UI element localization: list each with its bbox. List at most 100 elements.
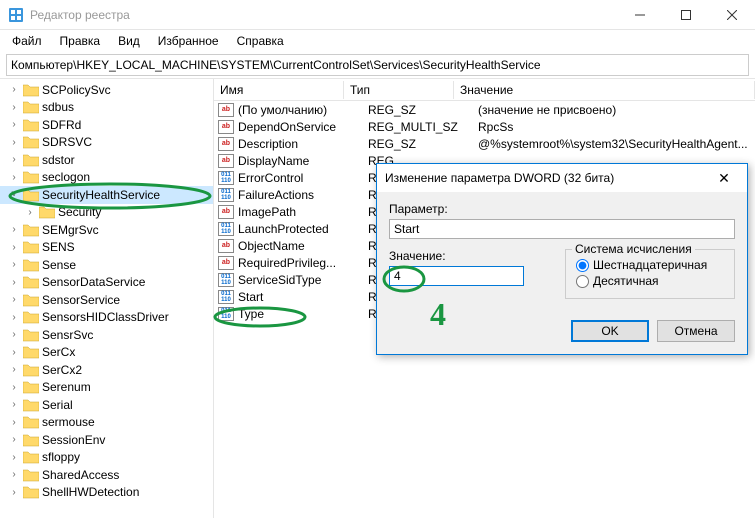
tree-item-SDRSVC[interactable]: ›SDRSVC bbox=[0, 134, 213, 152]
radio-hex-input[interactable] bbox=[576, 259, 589, 272]
tree-item-SensorService[interactable]: ›SensorService bbox=[0, 291, 213, 309]
expander-icon[interactable]: ˅ bbox=[8, 189, 20, 200]
expander-icon[interactable]: › bbox=[8, 102, 20, 113]
list-header: Имя Тип Значение bbox=[214, 79, 755, 101]
tree-item-sdstor[interactable]: ›sdstor bbox=[0, 151, 213, 169]
binary-icon: 011110 bbox=[218, 290, 234, 304]
expander-icon[interactable]: › bbox=[8, 277, 20, 288]
tree-item-SharedAccess[interactable]: ›SharedAccess bbox=[0, 466, 213, 484]
tree-item-ShellHWDetection[interactable]: ›ShellHWDetection bbox=[0, 484, 213, 502]
value-input[interactable] bbox=[389, 266, 524, 286]
folder-icon bbox=[23, 328, 39, 342]
expander-icon[interactable]: › bbox=[8, 434, 20, 445]
tree-item-Security[interactable]: ›Security bbox=[0, 204, 213, 222]
string-icon: ab bbox=[218, 154, 234, 168]
address-bar[interactable]: Компьютер\HKEY_LOCAL_MACHINE\SYSTEM\Curr… bbox=[6, 54, 749, 76]
expander-icon[interactable]: › bbox=[8, 172, 20, 183]
tree-item-SDFRd[interactable]: ›SDFRd bbox=[0, 116, 213, 134]
cell-type: REG_SZ bbox=[368, 137, 478, 151]
dialog-close-button[interactable]: ✕ bbox=[709, 170, 739, 187]
binary-icon: 011110 bbox=[218, 171, 234, 185]
tree-item-SENS[interactable]: ›SENS bbox=[0, 239, 213, 257]
expander-icon[interactable]: › bbox=[8, 259, 20, 270]
expander-icon[interactable]: › bbox=[8, 452, 20, 463]
cancel-button[interactable]: Отмена bbox=[657, 320, 735, 342]
folder-icon bbox=[23, 468, 39, 482]
menu-file[interactable]: Файл bbox=[4, 32, 50, 50]
folder-icon bbox=[23, 223, 39, 237]
value-row-(По умолчанию)[interactable]: ab(По умолчанию)REG_SZ(значение не присв… bbox=[214, 101, 755, 118]
close-button[interactable] bbox=[709, 0, 755, 30]
folder-icon bbox=[23, 293, 39, 307]
param-input[interactable] bbox=[389, 219, 735, 239]
tree-item-SensorDataService[interactable]: › SensorDataService bbox=[0, 274, 213, 292]
cell-name: Description bbox=[238, 137, 368, 151]
cell-name: Start bbox=[238, 290, 368, 304]
expander-icon[interactable]: › bbox=[8, 242, 20, 253]
expander-icon[interactable]: › bbox=[8, 382, 20, 393]
dialog-titlebar: Изменение параметра DWORD (32 бита) ✕ bbox=[377, 164, 747, 192]
expander-icon[interactable]: › bbox=[8, 329, 20, 340]
tree-item-Sense[interactable]: ›Sense bbox=[0, 256, 213, 274]
tree-label: SCPolicySvc bbox=[42, 83, 111, 97]
menu-edit[interactable]: Правка bbox=[52, 32, 109, 50]
tree-item-sfloppy[interactable]: ›sfloppy bbox=[0, 449, 213, 467]
maximize-button[interactable] bbox=[663, 0, 709, 30]
tree-item-SensrSvc[interactable]: › SensrSvc bbox=[0, 326, 213, 344]
menu-favorites[interactable]: Избранное bbox=[150, 32, 227, 50]
col-header-type[interactable]: Тип bbox=[344, 81, 454, 99]
menu-view[interactable]: Вид bbox=[110, 32, 148, 50]
expander-icon[interactable]: › bbox=[8, 294, 20, 305]
tree-item-SEMgrSvc[interactable]: ›SEMgrSvc bbox=[0, 221, 213, 239]
radio-hex[interactable]: Шестнадцатеричная bbox=[576, 258, 724, 272]
folder-icon bbox=[23, 170, 39, 184]
expander-icon[interactable]: › bbox=[8, 417, 20, 428]
tree-item-sermouse[interactable]: ›sermouse bbox=[0, 414, 213, 432]
expander-icon[interactable]: › bbox=[8, 224, 20, 235]
col-header-value[interactable]: Значение bbox=[454, 81, 755, 99]
folder-icon bbox=[23, 100, 39, 114]
tree-item-SerCx2[interactable]: ›SerCx2 bbox=[0, 361, 213, 379]
tree-item-SerCx[interactable]: ›SerCx bbox=[0, 344, 213, 362]
tree-label: SecurityHealthService bbox=[42, 188, 160, 202]
ok-button[interactable]: OK bbox=[571, 320, 649, 342]
expander-icon[interactable]: › bbox=[8, 487, 20, 498]
expander-icon[interactable]: › bbox=[8, 137, 20, 148]
tree-item-seclogon[interactable]: › seclogon bbox=[0, 169, 213, 187]
tree-item-SCPolicySvc[interactable]: › SCPolicySvc bbox=[0, 81, 213, 99]
expander-icon[interactable]: › bbox=[8, 84, 20, 95]
titlebar: Редактор реестра bbox=[0, 0, 755, 30]
app-icon bbox=[8, 7, 24, 23]
expander-icon[interactable]: › bbox=[8, 469, 20, 480]
tree-label: SensrSvc bbox=[42, 328, 93, 342]
expander-icon[interactable]: › bbox=[8, 364, 20, 375]
expander-icon[interactable]: › bbox=[24, 207, 36, 218]
cell-name: Type bbox=[238, 307, 368, 321]
folder-icon bbox=[23, 310, 39, 324]
value-row-Description[interactable]: abDescriptionREG_SZ@%systemroot%\system3… bbox=[214, 135, 755, 152]
minimize-button[interactable] bbox=[617, 0, 663, 30]
radio-dec-input[interactable] bbox=[576, 275, 589, 288]
radio-dec[interactable]: Десятичная bbox=[576, 274, 724, 288]
tree-item-SecurityHealthService[interactable]: ˅ SecurityHealthService bbox=[0, 186, 213, 204]
expander-icon[interactable]: › bbox=[8, 154, 20, 165]
menu-help[interactable]: Справка bbox=[229, 32, 292, 50]
folder-icon bbox=[23, 363, 39, 377]
tree-item-sdbus[interactable]: ›sdbus bbox=[0, 99, 213, 117]
window-title: Редактор реестра bbox=[30, 8, 617, 22]
tree-label: SensorDataService bbox=[42, 275, 145, 289]
expander-icon[interactable]: › bbox=[8, 399, 20, 410]
tree-item-Serenum[interactable]: ›Serenum bbox=[0, 379, 213, 397]
col-header-name[interactable]: Имя bbox=[214, 81, 344, 99]
expander-icon[interactable]: › bbox=[8, 119, 20, 130]
tree-pane[interactable]: ›SCPolicySvc›sdbus›SDFRd›SDRSVC›sdstor›s… bbox=[0, 79, 214, 518]
string-icon: ab bbox=[218, 137, 234, 151]
expander-icon[interactable]: › bbox=[8, 312, 20, 323]
tree-item-Serial[interactable]: ›Serial bbox=[0, 396, 213, 414]
tree-item-SensorsHIDClassDriver[interactable]: ›SensorsHIDClassDriver bbox=[0, 309, 213, 327]
folder-icon bbox=[23, 450, 39, 464]
tree-label: seclogon bbox=[42, 170, 90, 184]
value-row-DependOnService[interactable]: abDependOnServiceREG_MULTI_SZRpcSs bbox=[214, 118, 755, 135]
tree-item-SessionEnv[interactable]: ›SessionEnv bbox=[0, 431, 213, 449]
expander-icon[interactable]: › bbox=[8, 347, 20, 358]
